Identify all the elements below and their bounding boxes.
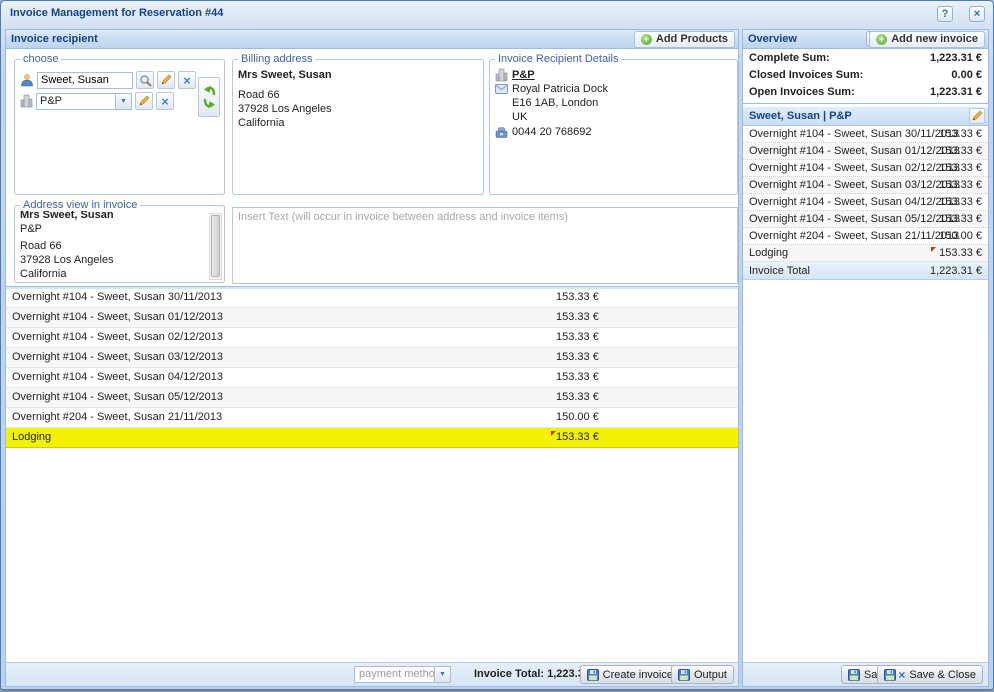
title-bar: Invoice Management for Reservation #44 ?… (1, 1, 993, 27)
overview-item-row[interactable]: Lodging 153.33 € (743, 245, 988, 262)
closed-invoices-sum-row: Closed Invoices Sum: 0.00 € (743, 67, 988, 84)
address-view-fieldset: Address view in invoice Mrs Sweet, Susan… (14, 199, 225, 283)
close-icon[interactable]: × (969, 6, 985, 22)
choose-fieldset: choose (14, 53, 225, 195)
add-products-button[interactable]: + Add Products (634, 31, 735, 48)
invoice-management-dialog: Invoice Management for Reservation #44 ?… (0, 0, 994, 690)
save-disk-icon (848, 669, 860, 681)
recipient-company-link[interactable]: P&P (512, 68, 535, 82)
add-icon: + (641, 34, 652, 45)
scrollbar[interactable] (209, 213, 222, 280)
invoice-recipient-header: Invoice recipient + Add Products (6, 30, 738, 49)
recipient-address-line: E16 1AB, London (512, 96, 732, 110)
save-disk-icon (678, 669, 690, 681)
address-view-legend: Address view in invoice (20, 199, 140, 211)
save-and-close-button[interactable]: × Save & Close (877, 665, 983, 684)
invoice-item-row[interactable]: Overnight #104 - Sweet, Susan 30/11/2013… (6, 288, 738, 308)
add-icon: + (876, 34, 887, 45)
payment-method-select[interactable]: payment method ▼ (354, 666, 451, 683)
guest-icon (20, 73, 34, 87)
swap-arrows-icon (203, 84, 216, 110)
invoice-card-header[interactable]: Sweet, Susan | P&P (743, 107, 988, 126)
clear-company-button[interactable]: × (156, 92, 174, 110)
overview-invoice-items: Overnight #104 - Sweet, Susan 30/11/2013… (743, 126, 988, 280)
billing-address-legend: Billing address (238, 53, 316, 65)
invoice-item-row[interactable]: Overnight #104 - Sweet, Susan 04/12/2013… (6, 368, 738, 388)
pencil-icon (971, 110, 983, 122)
save-disk-icon (884, 669, 896, 681)
swap-recipient-button[interactable] (198, 77, 220, 117)
invoice-total-row: Invoice Total 1,223.31 € (743, 262, 988, 280)
company-icon (495, 68, 508, 82)
invoice-item-row[interactable]: Overnight #104 - Sweet, Susan 01/12/2013… (6, 308, 738, 328)
output-button[interactable]: Output (671, 665, 734, 684)
overview-body: Complete Sum: 1,223.31 € Closed Invoices… (743, 49, 988, 662)
pencil-icon (138, 95, 150, 107)
guest-input[interactable] (37, 72, 133, 89)
choose-legend: choose (20, 53, 61, 65)
recipient-address-line: UK (512, 110, 732, 124)
recipient-phone: 0044 20 768692 (512, 125, 592, 139)
save-disk-icon (587, 669, 599, 681)
billing-line: 37928 Los Angeles (238, 102, 478, 116)
invoice-item-row[interactable]: Overnight #104 - Sweet, Susan 05/12/2013… (6, 388, 738, 408)
chevron-down-icon: ▼ (434, 667, 450, 682)
add-new-invoice-button[interactable]: + Add new invoice (869, 31, 985, 48)
create-invoice-button[interactable]: Create invoice (580, 665, 680, 684)
overview-item-row[interactable]: Overnight #104 - Sweet, Susan 04/12/2013… (743, 194, 988, 211)
invoice-recipient-body: choose (6, 49, 738, 662)
invoice-item-row[interactable]: Overnight #104 - Sweet, Susan 02/12/2013… (6, 328, 738, 348)
invoice-item-row-selected[interactable]: Lodging 153.33 € (6, 428, 738, 448)
edit-company-button[interactable] (135, 92, 153, 110)
clear-guest-button[interactable]: × (178, 71, 196, 89)
invoice-recipient-title: Invoice recipient (11, 33, 98, 45)
sums-block: Complete Sum: 1,223.31 € Closed Invoices… (743, 50, 988, 104)
close-x-icon: × (898, 669, 905, 681)
overview-panel: Overview ? + Add new invoice Complete Su… (742, 29, 989, 687)
insert-text-input[interactable] (232, 207, 738, 284)
open-invoices-sum-row: Open Invoices Sum: 1,223.31 € (743, 84, 988, 101)
overview-item-row[interactable]: Overnight #104 - Sweet, Susan 03/12/2013… (743, 177, 988, 194)
overview-item-row[interactable]: Overnight #104 - Sweet, Susan 02/12/2013… (743, 160, 988, 177)
help-icon[interactable]: ? (937, 6, 953, 22)
overview-item-row[interactable]: Overnight #204 - Sweet, Susan 21/11/2013… (743, 228, 988, 245)
company-select[interactable]: P&P ▼ (36, 93, 132, 110)
search-guest-button[interactable] (136, 71, 154, 89)
scrollbar-thumb[interactable] (211, 215, 220, 277)
invoice-items-grid: Overnight #104 - Sweet, Susan 30/11/2013… (6, 288, 738, 448)
overview-title: Overview (748, 33, 797, 45)
edit-guest-button[interactable] (157, 71, 175, 89)
overview-item-row[interactable]: Overnight #104 - Sweet, Susan 01/12/2013… (743, 143, 988, 160)
main-footer: payment method ▼ Invoice Total: 1,223.31… (6, 662, 738, 686)
delete-x-icon: × (161, 95, 169, 108)
overview-header: Overview ? + Add new invoice (743, 30, 988, 49)
address-view-text[interactable]: Mrs Sweet, Susan P&P Road 66 37928 Los A… (20, 208, 206, 281)
recipient-details-fieldset: Invoice Recipient Details P&P (489, 53, 738, 195)
flag-marker-icon (931, 247, 936, 252)
invoice-recipient-panel: Invoice recipient + Add Products choose (5, 29, 739, 687)
delete-x-icon: × (183, 74, 191, 87)
billing-line: California (238, 116, 478, 130)
side-footer: Save × Save & Close (743, 662, 988, 686)
overview-item-row[interactable]: Overnight #104 - Sweet, Susan 30/11/2013… (743, 126, 988, 143)
billing-address-fieldset: Billing address Mrs Sweet, Susan Road 66… (232, 53, 484, 195)
overview-item-row[interactable]: Overnight #104 - Sweet, Susan 05/12/2013… (743, 211, 988, 228)
company-icon (20, 94, 33, 108)
complete-sum-row: Complete Sum: 1,223.31 € (743, 50, 988, 67)
invoice-item-row[interactable]: Overnight #204 - Sweet, Susan 21/11/2013… (6, 408, 738, 428)
recipient-address-line: Royal Patricia Dock (512, 82, 608, 96)
search-icon (139, 74, 152, 87)
mail-icon (495, 84, 508, 94)
billing-name: Mrs Sweet, Susan (238, 68, 478, 82)
edit-invoice-button[interactable] (969, 108, 985, 124)
pencil-icon (160, 74, 172, 86)
invoice-item-row[interactable]: Overnight #104 - Sweet, Susan 03/12/2013… (6, 348, 738, 368)
billing-line: Road 66 (238, 88, 478, 102)
phone-icon (495, 127, 508, 138)
dialog-title: Invoice Management for Reservation #44 (10, 7, 223, 19)
recipient-details-legend: Invoice Recipient Details (495, 53, 621, 65)
chevron-down-icon: ▼ (115, 94, 131, 109)
